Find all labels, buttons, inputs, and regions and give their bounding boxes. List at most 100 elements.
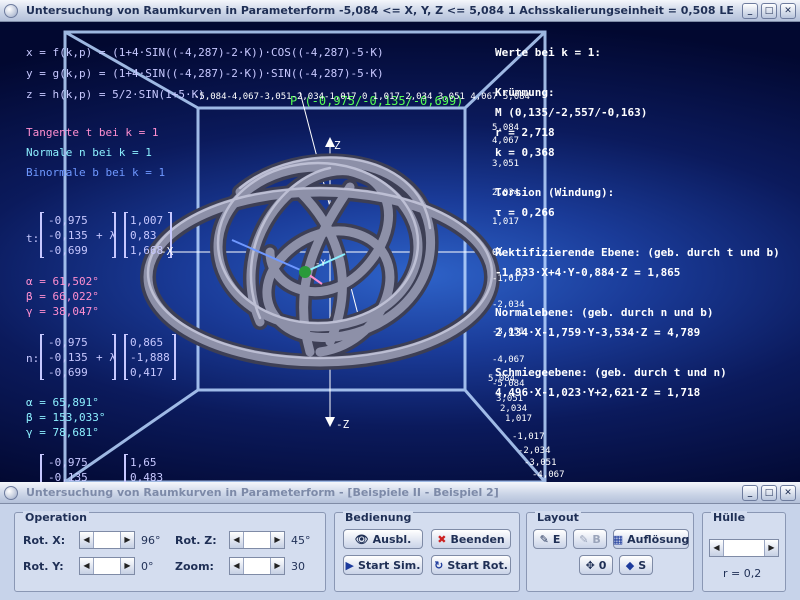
s-button[interactable]: ◆ S bbox=[619, 555, 653, 575]
window-title: Untersuchung von Raumkurven in Parameter… bbox=[26, 4, 734, 17]
b-button[interactable]: ✎ B bbox=[573, 529, 607, 549]
normal-v2-0: 0,865 bbox=[130, 336, 164, 349]
right-tick-1: 4,067 bbox=[492, 136, 520, 146]
normal-alpha: α = 65,891° bbox=[26, 396, 99, 409]
bracket-left bbox=[40, 334, 44, 380]
main-window-titlebar[interactable]: Untersuchung von Raumkurven in Parameter… bbox=[0, 0, 800, 22]
axis-label-neg-y: -Y bbox=[315, 259, 326, 269]
huelle-group: Hülle ◀ ▶ r = 0,2 bbox=[702, 511, 786, 592]
bracket-left bbox=[124, 454, 128, 482]
quit-button[interactable]: ✖ Beenden bbox=[431, 529, 511, 549]
arrow-right-icon[interactable]: ▶ bbox=[270, 558, 284, 574]
tangent-v2-0: 1,007 bbox=[130, 214, 164, 227]
tangent-beta: β = 66,022° bbox=[26, 290, 99, 303]
formula-z: z = h(k,p) = 5/2·SIN(1+5·K) bbox=[26, 88, 205, 101]
rot-z-label: Rot. Z: bbox=[175, 534, 217, 547]
brush-icon: ✎ bbox=[539, 532, 549, 546]
zero-button[interactable]: ✥ 0 bbox=[579, 555, 613, 575]
start-sim-button[interactable]: ▶ Start Sim. bbox=[343, 555, 423, 575]
formula-x: x = f(k,p) = (1+4·SIN((-4,287)-2·K))·COS… bbox=[26, 46, 384, 59]
tube-radius-spinner[interactable]: ◀ ▶ bbox=[709, 539, 779, 557]
bottom-tick-5: -2,034 bbox=[518, 446, 551, 456]
results-title: Werte bei k = 1: bbox=[495, 46, 601, 59]
close-x-icon: ✖ bbox=[437, 532, 447, 546]
normal-v1-2: -0,699 bbox=[48, 366, 88, 379]
bracket-left bbox=[40, 454, 44, 482]
bottom-tick-7: -4,067 bbox=[532, 470, 565, 480]
maximize-icon[interactable]: □ bbox=[761, 3, 777, 19]
rot-y-label: Rot. Y: bbox=[23, 560, 64, 573]
arrow-left-icon[interactable]: ◀ bbox=[230, 532, 244, 548]
axis-label-neg-z: -Z bbox=[336, 418, 350, 431]
rot-y-spinner[interactable]: ◀ ▶ bbox=[79, 557, 135, 575]
bottom-tick-4: -1,017 bbox=[512, 432, 545, 442]
arrow-left-icon[interactable]: ◀ bbox=[230, 558, 244, 574]
play-icon: ▶ bbox=[345, 558, 354, 572]
rot-z-value: 45° bbox=[291, 534, 311, 547]
arrow-left-icon[interactable]: ◀ bbox=[80, 558, 94, 574]
axis-label-neg-x: -X bbox=[160, 245, 174, 258]
binormal-v2-0: 1,65 bbox=[130, 456, 157, 469]
arrow-right-icon[interactable]: ▶ bbox=[270, 532, 284, 548]
legend-tangent: Tangente t bei k = 1 bbox=[26, 126, 159, 139]
resolution-button[interactable]: ▦ Auflösung bbox=[613, 529, 689, 549]
formula-y: y = g(k,p) = (1+4·SIN((-4,287)-2·K))·SIN… bbox=[26, 67, 384, 80]
arrow-right-icon[interactable]: ▶ bbox=[764, 540, 778, 556]
e-button[interactable]: ✎ E bbox=[533, 529, 567, 549]
normal-gamma: γ = 78,681° bbox=[26, 426, 99, 439]
plot-canvas[interactable]: x = f(k,p) = (1+4·SIN((-4,287)-2·K))·COS… bbox=[0, 22, 800, 482]
close-icon[interactable]: ✕ bbox=[780, 3, 796, 19]
arrow-left-icon[interactable]: ◀ bbox=[80, 532, 94, 548]
window-menu-icon[interactable] bbox=[4, 3, 18, 18]
arrow-right-icon[interactable]: ▶ bbox=[120, 558, 134, 574]
top-axis-ticks: -5,084-4,067-3,051-2,034-1,017 0 1,017 2… bbox=[194, 92, 530, 102]
zoom-spinner[interactable]: ◀ ▶ bbox=[229, 557, 285, 575]
control-panel: Operation Rot. X: ◀ ▶ 96° Rot. Y: ◀ ▶ 0° R… bbox=[0, 504, 800, 600]
bottom-tick-1: 3,051 bbox=[496, 394, 524, 404]
maximize-icon[interactable]: □ bbox=[761, 485, 777, 501]
tangent-prefix: t: bbox=[26, 232, 40, 245]
osculating-plane-eq: 4,496·X-1,023·Y+2,621·Z = 1,718 bbox=[495, 386, 701, 399]
eraser-icon: ◆ bbox=[625, 558, 635, 572]
control-window-title: Untersuchung von Raumkurven in Parameter… bbox=[26, 486, 499, 499]
bracket-left bbox=[40, 212, 44, 258]
right-tick-5: 0 bbox=[492, 248, 498, 258]
osculating-plane-title: Schmiegeebene: (geb. durch t und n) bbox=[495, 366, 727, 379]
right-tick-6: -1,017 bbox=[492, 274, 525, 284]
z-axis-arrow bbox=[325, 417, 335, 427]
right-tick-9: -4,067 bbox=[492, 355, 525, 365]
hide-button[interactable]: 👁 Ausbl. bbox=[343, 529, 423, 549]
grid-icon: ▦ bbox=[612, 532, 624, 546]
rot-z-spinner[interactable]: ◀ ▶ bbox=[229, 531, 285, 549]
rot-x-spinner[interactable]: ◀ ▶ bbox=[79, 531, 135, 549]
tangent-v1-1: -0,135 bbox=[48, 229, 88, 242]
bottom-tick-2: 2,034 bbox=[500, 404, 528, 414]
control-window-titlebar[interactable]: Untersuchung von Raumkurven in Parameter… bbox=[0, 482, 800, 504]
binormal-v1-0: -0,975 bbox=[48, 456, 88, 469]
start-rot-button[interactable]: ↻ Start Rot. bbox=[431, 555, 511, 575]
right-tick-0: 5,084 bbox=[492, 123, 520, 133]
close-icon[interactable]: ✕ bbox=[780, 485, 796, 501]
right-tick-2: 3,051 bbox=[492, 159, 520, 169]
move-icon: ✥ bbox=[585, 558, 595, 572]
normal-v2-2: 0,417 bbox=[130, 366, 164, 379]
axis-label-z: Z bbox=[334, 139, 341, 152]
zoom-label: Zoom: bbox=[175, 560, 214, 573]
bottom-tick-3: 1,017 bbox=[505, 414, 533, 424]
bedienung-group: Bedienung 👁 Ausbl. ✖ Beenden ▶ Start Sim. ↻… bbox=[334, 511, 520, 592]
layout-label: Layout bbox=[535, 511, 581, 524]
window-menu-icon[interactable] bbox=[4, 485, 18, 500]
minimize-icon[interactable]: _ bbox=[742, 485, 758, 501]
rotate-icon: ↻ bbox=[434, 558, 444, 572]
minimize-icon[interactable]: _ bbox=[742, 3, 758, 19]
arrow-left-icon[interactable]: ◀ bbox=[710, 540, 724, 556]
arrow-right-icon[interactable]: ▶ bbox=[120, 532, 134, 548]
rectifying-plane-title: Rektifizierende Ebene: (geb. durch t und… bbox=[495, 246, 780, 259]
brush-icon: ✎ bbox=[579, 532, 589, 546]
binormal-v2-1: 0,483 bbox=[130, 471, 164, 482]
normal-plane-title: Normalebene: (geb. durch n und b) bbox=[495, 306, 714, 319]
right-tick-4: 1,017 bbox=[492, 217, 520, 227]
rot-x-value: 96° bbox=[141, 534, 161, 547]
legend-binormal: Binormale b bei k = 1 bbox=[26, 166, 166, 179]
bracket-left bbox=[124, 334, 128, 380]
